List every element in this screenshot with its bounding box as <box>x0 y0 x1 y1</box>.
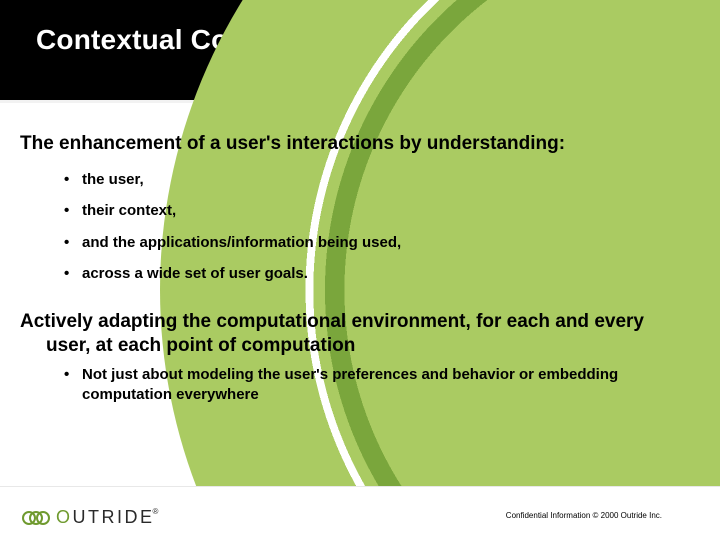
brand-logo: OUTRIDE® <box>22 507 161 528</box>
section2-bullets: Not just about modeling the user's prefe… <box>64 365 660 404</box>
list-item: their context, <box>64 201 660 221</box>
brand-o: O <box>56 507 73 527</box>
section1-lead-text: The enhancement of a user's interactions… <box>20 132 660 156</box>
list-item: across a wide set of user goals. <box>64 264 660 284</box>
decorative-edge <box>710 0 720 540</box>
confidential-notice: Confidential Information © 2000 Outride … <box>506 511 662 520</box>
slide: Contextual Computing The enhancement of … <box>0 0 720 540</box>
list-item: Not just about modeling the user's prefe… <box>64 365 660 404</box>
content-area: The enhancement of a user's interactions… <box>20 132 660 412</box>
trademark-icon: ® <box>153 507 161 516</box>
section1-bullets: the user, their context, and the applica… <box>64 170 660 284</box>
list-item: the user, <box>64 170 660 190</box>
brand-name: OUTRIDE® <box>56 507 161 528</box>
list-item: and the applications/information being u… <box>64 233 660 253</box>
section2-lead: Actively adapting the computational envi… <box>20 310 660 358</box>
section2-lead-text: Actively adapting the computational envi… <box>20 310 660 358</box>
brand-rest: UTRIDE <box>73 507 155 527</box>
section1-lead: The enhancement of a user's interactions… <box>20 132 660 156</box>
logo-rings-icon <box>22 508 50 528</box>
